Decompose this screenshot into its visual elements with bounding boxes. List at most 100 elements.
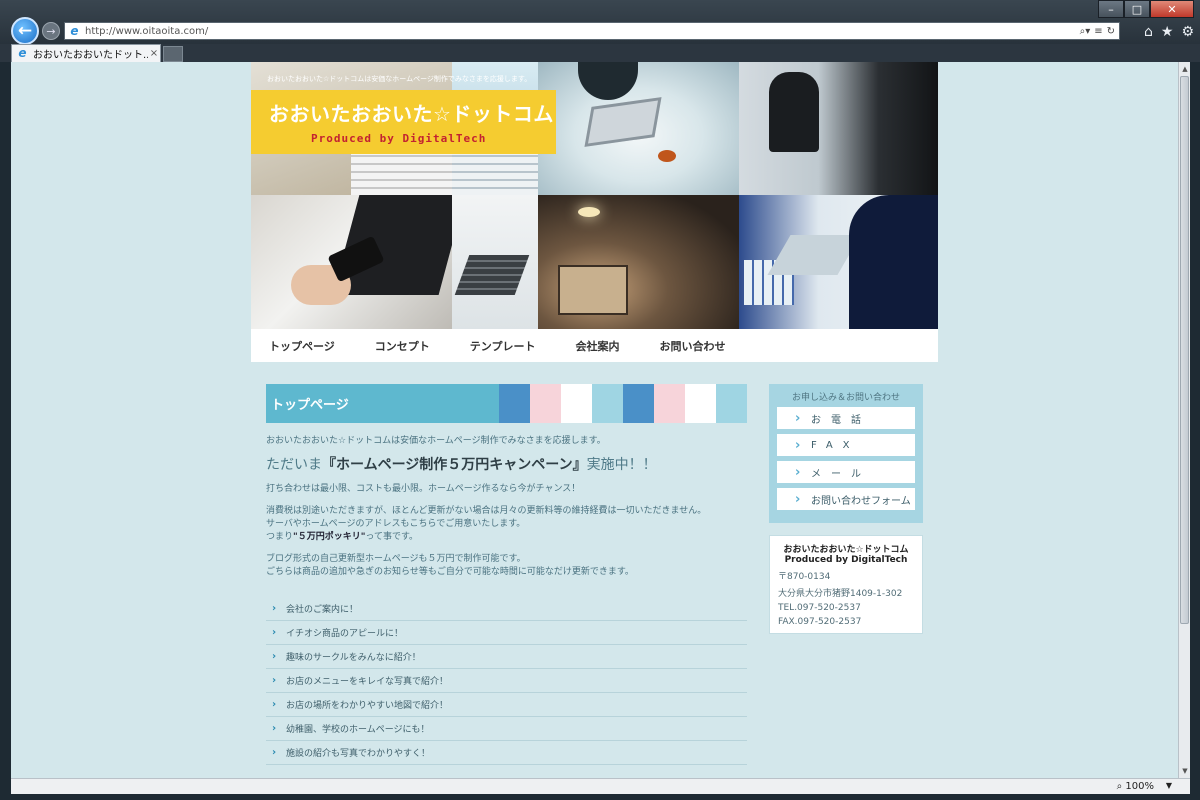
menu-item-contact[interactable]: お問い合わせ	[659, 338, 725, 354]
scroll-up-arrow-icon[interactable]: ▲	[1179, 62, 1191, 76]
url-text[interactable]: http://www.oitaoita.com/	[85, 26, 1080, 37]
address-bar[interactable]: e http://www.oitaoita.com/ ⌕▾ ≡ ↻	[64, 22, 1120, 40]
paragraph-2-line-1: 消費税は別途いただきますが、ほとんど更新がない場合は月々の更新料等の維持経費は一…	[266, 506, 707, 516]
forward-arrow-icon[interactable]: →	[42, 22, 60, 40]
fax-button[interactable]: › FAX	[777, 434, 915, 456]
contact-heading: お申し込み＆お問い合わせ	[791, 393, 900, 403]
tab-row: e おおいたおおいたドット... ×	[0, 44, 1200, 62]
list-item[interactable]: › 趣味のサークルをみんなに紹介！	[266, 645, 747, 669]
maximize-button[interactable]: □	[1124, 0, 1150, 18]
tab-title: おおいたおおいたドット...	[33, 50, 148, 61]
close-button[interactable]: ✕	[1150, 0, 1194, 18]
favorites-star-icon[interactable]: ★	[1161, 24, 1174, 40]
company-subtitle: Produced by DigitalTech	[784, 555, 908, 565]
logo-title: おおいたおおいた☆ドットコム	[269, 102, 554, 126]
status-bar: ⌕ 100% ▼	[11, 778, 1190, 794]
color-swatch	[654, 384, 685, 423]
zoom-value: 100%	[1125, 781, 1154, 792]
campaign-headline: ただいま『ホームページ制作５万円キャンペーン』実施中！！	[266, 454, 747, 474]
page-viewport: おおいたおおいた☆ドットコムは安価なホームページ制作でみなさまを応援します。 お…	[11, 62, 1178, 778]
compatibility-icon[interactable]: ≡	[1094, 26, 1102, 37]
chevron-right-icon: ›	[272, 699, 277, 710]
list-item-label: イチオシ商品のアピールに！	[286, 629, 404, 639]
paragraph-3-line-1: ブログ形式の自己更新型ホームページも５万円で制作可能です。	[266, 554, 526, 564]
chevron-right-icon: ›	[272, 627, 277, 638]
color-swatch	[561, 384, 592, 423]
site-container: おおいたおおいた☆ドットコムは安価なホームページ制作でみなさまを応援します。 お…	[251, 62, 938, 765]
menu-item-concept[interactable]: コンセプト	[375, 338, 430, 354]
paragraph-2-line-2: サーバやホームページのアドレスもこちらでご用意いたします。	[266, 519, 526, 529]
site-header: おおいたおおいた☆ドットコムは安価なホームページ制作でみなさまを応援します。 お…	[251, 62, 938, 329]
campaign-pre: ただいま	[266, 457, 322, 473]
minimize-button[interactable]: –	[1098, 0, 1124, 18]
fax-label: FAX	[811, 439, 860, 451]
logo-subtitle: Produced by DigitalTech	[311, 132, 487, 145]
chevron-right-icon: ›	[795, 410, 811, 426]
contact-form-label: お問い合わせフォーム	[811, 495, 911, 507]
gear-icon[interactable]: ⚙	[1181, 24, 1194, 40]
mail-button[interactable]: › メール	[777, 461, 915, 483]
window-frame-bottom	[0, 794, 1200, 800]
company-name: おおいたおおいた☆ドットコム	[783, 545, 909, 555]
photo-office-laptop	[739, 195, 938, 329]
list-item[interactable]: › お店の場所をわかりやすい地図で紹介！	[266, 693, 747, 717]
main-column: トップページ おおいたおおいた☆ドットコムは安価なホームページ制作でみなさまを応…	[266, 384, 747, 765]
photo-business-person	[739, 62, 938, 195]
browser-titlebar: – □ ✕ ← → e http://www.oitaoita.com/ ⌕▾ …	[0, 0, 1200, 45]
contact-box: お申し込み＆お問い合わせ › お電話 › FAX › メール › お問い合わせフォーム	[769, 384, 923, 523]
site-logo[interactable]: おおいたおおいた☆ドットコム Produced by DigitalTech	[251, 90, 556, 154]
vertical-scrollbar[interactable]: ▲ ▼	[1178, 62, 1190, 778]
new-tab-button[interactable]	[163, 46, 183, 62]
contact-form-button[interactable]: › お問い合わせフォーム	[777, 488, 915, 510]
scroll-thumb[interactable]	[1180, 76, 1189, 624]
list-item-label: 会社のご案内に！	[286, 605, 359, 615]
photo-team-laptop	[538, 195, 739, 329]
campaign-post: 実施中！！	[586, 457, 657, 473]
chevron-right-icon: ›	[795, 464, 811, 480]
list-item[interactable]: › 施設の紹介も写真でわかりやすく！	[266, 741, 747, 765]
list-item[interactable]: › イチオシ商品のアピールに！	[266, 621, 747, 645]
tab-active[interactable]: e おおいたおおいたドット... ×	[11, 44, 161, 62]
refresh-icon[interactable]: ↻	[1107, 26, 1115, 37]
para2-emphasis: "５万円ポッキリ"	[293, 532, 366, 542]
menu-item-company[interactable]: 会社案内	[575, 338, 619, 354]
close-tab-icon[interactable]: ×	[148, 48, 160, 59]
list-item[interactable]: › お店のメニューをキレイな写真で紹介！	[266, 669, 747, 693]
section-title: トップページ	[266, 384, 499, 423]
color-swatch	[685, 384, 716, 423]
section-header: トップページ	[266, 384, 747, 423]
address-tools: ⌕▾ ≡ ↻	[1080, 26, 1119, 37]
chevron-right-icon: ›	[795, 491, 801, 507]
address: 大分県大分市猪野1409-1-302	[778, 589, 903, 599]
intro-text: おおいたおおいた☆ドットコムは安価なホームページ制作でみなさまを応援します。	[266, 436, 606, 446]
company-info-box: おおいたおおいた☆ドットコム Produced by DigitalTech 〒…	[769, 535, 923, 634]
sidebar: お申し込み＆お問い合わせ › お電話 › FAX › メール › お問い合わせフォーム …	[769, 384, 923, 634]
home-icon[interactable]: ⌂	[1144, 24, 1153, 40]
zoom-level[interactable]: ⌕ 100%	[1117, 781, 1154, 792]
fax-number: FAX.097-520-2537	[778, 617, 862, 627]
menu-item-top[interactable]: トップページ	[269, 338, 335, 354]
color-swatch	[623, 384, 654, 423]
chevron-right-icon: ›	[272, 747, 277, 758]
photo-meeting-table	[538, 62, 739, 195]
paragraph-3: ブログ形式の自己更新型ホームページも５万円で制作可能です。 ごちらは商品の追加や…	[266, 553, 747, 579]
list-item-label: 施設の紹介も写真でわかりやすく！	[286, 749, 431, 759]
list-item[interactable]: › 会社のご案内に！	[266, 597, 747, 621]
phone-number: TEL.097-520-2537	[778, 603, 861, 613]
menu-item-template[interactable]: テンプレート	[470, 338, 536, 354]
list-item[interactable]: › 幼稚園、学校のホームページにも！	[266, 717, 747, 741]
phone-button[interactable]: › お電話	[777, 407, 915, 429]
ie-logo-icon: e	[18, 46, 27, 60]
back-arrow-icon[interactable]: ←	[11, 17, 39, 45]
scroll-down-arrow-icon[interactable]: ▼	[1179, 764, 1191, 778]
color-swatch	[592, 384, 623, 423]
chevron-down-icon[interactable]: ▼	[1166, 781, 1172, 790]
photo-typing-hands	[452, 195, 538, 329]
postal-code: 〒870-0134	[778, 572, 831, 582]
list-item-label: 幼稚園、学校のホームページにも！	[286, 725, 430, 735]
browser-tools: ⌂ ★ ⚙	[1144, 24, 1194, 40]
search-icon[interactable]: ⌕▾	[1080, 26, 1091, 37]
zoom-icon: ⌕	[1116, 781, 1123, 792]
photo-smartphone-laptop	[251, 195, 466, 329]
chevron-right-icon: ›	[272, 603, 277, 614]
